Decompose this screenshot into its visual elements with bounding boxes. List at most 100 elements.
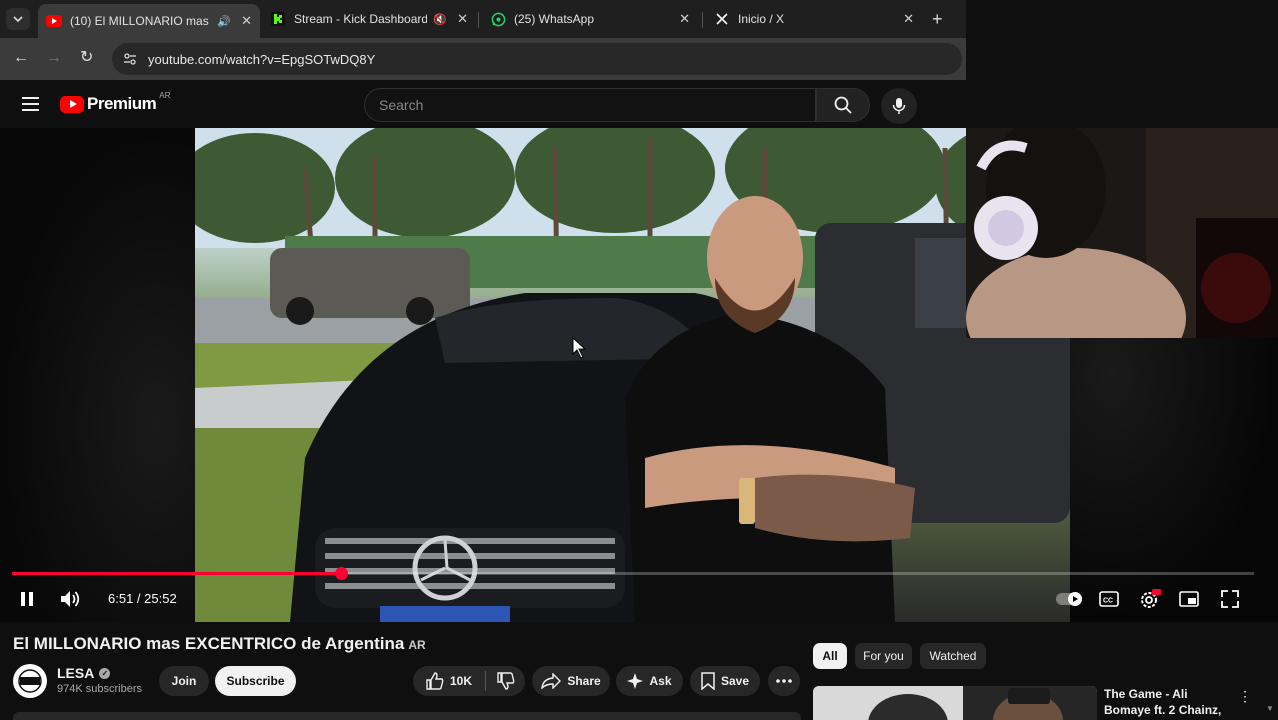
miniplayer-button[interactable] — [1178, 589, 1200, 609]
channel-name[interactable]: LESA ✓ — [57, 665, 111, 681]
share-label: Share — [567, 674, 601, 688]
fullscreen-button[interactable] — [1220, 589, 1240, 609]
youtube-premium-logo[interactable]: Premium AR — [60, 90, 171, 114]
menu-icon[interactable] — [22, 97, 39, 111]
tab-kick[interactable]: Stream - Kick Dashboard 🔇 ✕ — [262, 4, 476, 34]
kick-icon — [270, 11, 286, 27]
webcam-overlay — [966, 128, 1278, 338]
video-player[interactable]: 6:51 / 25:52 CC — [0, 128, 1278, 622]
title-badge: AR — [408, 638, 426, 652]
new-tab-button[interactable]: + — [932, 10, 943, 28]
search-input[interactable] — [379, 97, 815, 113]
subscribe-button[interactable]: Subscribe — [215, 666, 296, 696]
ask-button[interactable]: Ask — [616, 666, 683, 696]
recommendation-thumbnail-image — [813, 686, 1097, 720]
sparkle-icon — [627, 673, 644, 689]
screen: (10) El MILLONARIO mas EX 🔊 ✕ Stream - K… — [0, 0, 1278, 720]
close-icon[interactable]: ✕ — [457, 11, 468, 27]
forward-arrow-icon[interactable]: → — [46, 50, 62, 66]
video-frame[interactable] — [195, 128, 1070, 622]
time-display: 6:51 / 25:52 — [108, 591, 177, 606]
close-icon[interactable]: ✕ — [903, 11, 914, 27]
browser-toolbar: ← → ↻ youtube.com/watch?v=EpgSOTwDQ8Y — [0, 38, 966, 80]
save-label: Save — [720, 674, 750, 688]
channel-avatar-image — [15, 666, 45, 696]
recommendation-thumbnail[interactable] — [813, 686, 1097, 720]
description-box[interactable] — [13, 712, 801, 720]
tab-title: (25) WhatsApp — [514, 12, 595, 26]
country-code: AR — [159, 90, 171, 100]
like-button[interactable]: 10K — [413, 666, 485, 696]
chevron-down-icon — [13, 16, 23, 22]
pause-icon — [21, 592, 33, 606]
tab-title: Inicio / X — [738, 12, 785, 26]
tab-title: Stream - Kick Dashboard — [294, 12, 428, 26]
thumbs-down-icon — [497, 672, 515, 690]
chip-all[interactable]: All — [813, 643, 847, 669]
chip-for-you[interactable]: For you — [855, 643, 912, 669]
youtube-masthead: Premium AR — [0, 80, 966, 128]
search-button[interactable] — [816, 88, 870, 122]
whatsapp-icon — [490, 11, 506, 27]
video-title-text: El MILLONARIO mas EXCENTRICO de Argentin… — [13, 634, 405, 653]
tab-youtube[interactable]: (10) El MILLONARIO mas EX 🔊 ✕ — [38, 4, 260, 38]
progress-bar[interactable] — [12, 567, 1254, 580]
dislike-button[interactable] — [488, 666, 524, 696]
share-icon — [541, 673, 562, 689]
tab-whatsapp[interactable]: (25) WhatsApp ✕ — [482, 4, 698, 34]
pause-button[interactable] — [18, 590, 36, 608]
tab-x[interactable]: Inicio / X ✕ — [706, 4, 922, 34]
youtube-logo-icon — [60, 95, 84, 113]
speaker-icon[interactable]: 🔊 — [217, 15, 231, 28]
avatar[interactable] — [13, 664, 47, 698]
join-button[interactable]: Join — [159, 666, 209, 696]
address-bar[interactable]: youtube.com/watch?v=EpgSOTwDQ8Y — [112, 43, 962, 75]
close-icon[interactable]: ✕ — [679, 11, 690, 27]
ask-label: Ask — [649, 674, 672, 688]
subscriber-count: 974K subscribers — [57, 683, 142, 695]
tab-separator — [478, 12, 479, 28]
video-frame-image — [195, 128, 1070, 622]
settings-button[interactable] — [1138, 587, 1162, 611]
browser-tabstrip: (10) El MILLONARIO mas EX 🔊 ✕ Stream - K… — [0, 0, 966, 38]
verified-icon: ✓ — [99, 667, 111, 679]
chip-watched[interactable]: Watched — [920, 643, 986, 669]
site-info-icon[interactable] — [122, 51, 138, 67]
mic-icon — [892, 98, 906, 114]
volume-button[interactable] — [60, 589, 82, 609]
like-count: 10K — [449, 674, 472, 688]
like-divider — [485, 671, 486, 691]
autoplay-toggle-icon — [1056, 592, 1082, 606]
reload-icon[interactable]: ↻ — [80, 50, 93, 66]
search-box — [364, 88, 816, 122]
tab-separator — [702, 12, 703, 28]
gear-icon — [1141, 589, 1161, 608]
volume-icon — [61, 591, 80, 607]
more-actions-button[interactable] — [768, 666, 800, 696]
video-title: El MILLONARIO mas EXCENTRICO de Argentin… — [13, 634, 426, 654]
tab-title: (10) El MILLONARIO mas EX — [70, 14, 211, 28]
back-arrow-icon[interactable]: ← — [13, 50, 29, 66]
svg-text:CC: CC — [1103, 598, 1113, 605]
captions-button[interactable]: CC — [1098, 589, 1120, 609]
youtube-icon — [46, 13, 62, 29]
url-text: youtube.com/watch?v=EpgSOTwDQ8Y — [148, 51, 376, 67]
save-button[interactable]: Save — [690, 666, 760, 696]
logo-wordmark: Premium — [87, 94, 157, 113]
webcam-image — [966, 128, 1278, 338]
thumbs-up-icon — [426, 672, 444, 690]
search-icon — [834, 96, 852, 114]
muted-speaker-icon[interactable]: 🔇 — [433, 13, 447, 26]
fullscreen-icon — [1221, 590, 1239, 608]
share-button[interactable]: Share — [532, 666, 610, 696]
close-icon[interactable]: ✕ — [241, 13, 252, 29]
autoplay-toggle[interactable] — [1054, 588, 1084, 610]
voice-search-button[interactable] — [881, 88, 917, 124]
scrollbar-down-arrow[interactable]: ▼ — [1266, 704, 1274, 713]
tab-search-button[interactable] — [6, 8, 30, 30]
channel-name-text: LESA — [57, 665, 95, 681]
miniplayer-icon — [1179, 591, 1199, 607]
progress-played — [12, 572, 342, 575]
recommendation-title[interactable]: The Game - Ali Bomaye ft. 2 Chainz, Rick… — [1104, 686, 1234, 720]
more-vertical-icon[interactable]: ⋮ — [1238, 688, 1252, 705]
